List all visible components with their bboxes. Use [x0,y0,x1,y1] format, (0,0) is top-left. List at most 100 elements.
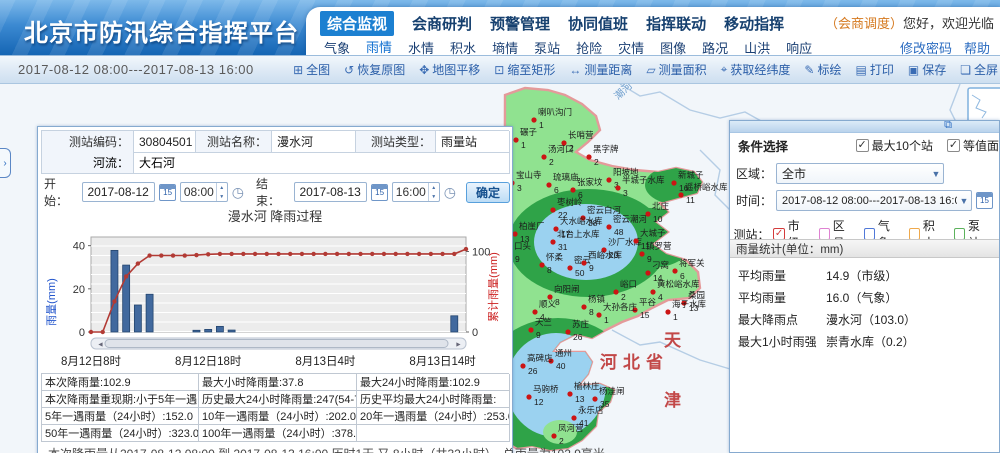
sub-nav-item[interactable]: 水情 [408,38,434,56]
checkbox-icon[interactable]: ✓ [856,139,869,152]
main-nav-item[interactable]: 移动指挥 [724,13,784,34]
sub-nav-item[interactable]: 灾情 [618,38,644,56]
checkbox-icon[interactable]: ✓ [947,139,960,152]
tool-coordinates[interactable]: ⌖获取经纬度 [721,61,791,78]
isoline-checkbox[interactable]: ✓ 等值面 [947,137,999,154]
tool-pan[interactable]: ✥地图平移 [419,61,480,78]
sub-nav-item[interactable]: 响应 [786,38,812,56]
station-dot[interactable] [551,433,556,438]
panel-collapse-tab[interactable]: › [0,148,11,178]
region-select[interactable]: 全市 ▼ [776,163,944,184]
sub-nav-item[interactable]: 山洪 [744,38,770,56]
station-dot[interactable] [615,185,620,190]
station-dot[interactable] [565,329,570,334]
main-nav-item[interactable]: 综合监视 [320,11,394,36]
station-dot[interactable] [550,239,555,244]
clock-icon[interactable]: ◷ [444,184,456,201]
tool-draw[interactable]: ✎标绘 [804,61,841,78]
station-dot[interactable] [539,262,544,267]
time-spinner[interactable]: ▲▼ [216,183,227,201]
sub-nav-item[interactable]: 图像 [660,38,686,56]
tool-print[interactable]: ▤打印 [856,61,894,78]
tool-measure-distance[interactable]: ↔测量距离 [569,61,632,78]
station-dot[interactable] [596,312,601,317]
sub-nav-item[interactable]: 泵站 [534,38,560,56]
calendar-icon[interactable]: 15 [976,192,993,209]
station-dot[interactable] [671,180,676,185]
station-dot[interactable] [581,260,586,265]
stats-cell: 5年一遇雨量（24小时）:152.0 [42,408,199,425]
station-dot[interactable] [581,304,586,309]
station-dot[interactable] [606,224,611,229]
sub-nav-item[interactable]: 墒情 [492,38,518,56]
calendar-icon[interactable]: 15 [371,184,387,201]
station-dot[interactable] [645,270,650,275]
scroll-left-arrow[interactable]: ◄ [97,342,104,349]
tool-measure-area[interactable]: ▱测量面积 [646,61,706,78]
station-dot[interactable] [513,137,518,142]
station-dot[interactable] [672,268,677,273]
tool-full-extent[interactable]: ⊞全图 [293,61,330,78]
time-select[interactable]: 2017-08-12 08:00---2017-08-13 16:00 ▼ [776,190,972,211]
window-restore-icon[interactable]: ⧉ [944,120,952,132]
station-dot[interactable] [571,415,576,420]
tool-reset-view[interactable]: ↺恢复原图 [344,61,405,78]
y-tick-left: 0 [79,327,85,339]
time-spinner[interactable]: ▲▼ [428,183,439,201]
station-dot[interactable] [546,182,551,187]
start-date-input[interactable]: 2017-08-12 [82,182,155,202]
help-link[interactable]: 帮助 [964,38,990,55]
station-dot[interactable] [606,177,611,182]
stats-cell: 本次降雨量重现期:小于5年一遇 [42,391,199,408]
station-dot[interactable] [531,117,536,122]
station-dot[interactable] [541,154,546,159]
station-dot[interactable] [528,327,533,332]
station-dot[interactable] [526,394,531,399]
station-dot[interactable] [512,231,517,236]
rain-stat-row: 最大降雨点漫水河（103.0） [730,311,999,328]
confirm-button[interactable]: 确定 [466,182,510,203]
station-dot[interactable] [520,363,525,368]
station-dot[interactable] [586,154,591,159]
end-time-stepper[interactable]: 16:00 ▲▼ [392,182,440,202]
station-dot[interactable] [532,309,537,314]
station-dot[interactable] [633,238,638,243]
sub-nav-item[interactable]: 气象 [324,38,350,56]
tool-full-screen[interactable]: ❏全屏 [960,61,998,78]
dispatch-mode-label[interactable]: （会商调度） [825,16,903,31]
tool-zoom-rectangle[interactable]: ⊡缩至矩形 [494,61,555,78]
station-name-label: 将军关 [679,258,705,268]
max-stations-checkbox[interactable]: ✓ 最大10个站 [856,137,933,154]
station-value-label: 8 [547,265,552,275]
sub-nav-item[interactable]: 路况 [702,38,728,56]
station-dot[interactable] [639,251,644,256]
station-dot[interactable] [592,396,597,401]
calendar-icon[interactable]: 15 [159,184,175,201]
main-nav-item[interactable]: 会商研判 [412,13,472,34]
main-nav-item[interactable]: 协同值班 [568,13,628,34]
station-dot[interactable] [570,187,575,192]
start-time-stepper[interactable]: 08:00 ▲▼ [180,182,228,202]
sub-nav-item[interactable]: 抢险 [576,38,602,56]
station-dot[interactable] [567,391,572,396]
clock-icon[interactable]: ◷ [232,184,244,201]
scroll-right-arrow[interactable]: ► [455,342,462,349]
change-password-link[interactable]: 修改密码 [900,38,952,55]
station-dot[interactable] [665,309,670,314]
station-dot[interactable] [645,211,650,216]
overview-minimap[interactable] [968,88,1000,122]
end-date-input[interactable]: 2017-08-13 [294,182,367,202]
station-name-label: 榆林庄 [574,381,600,391]
sub-nav-item[interactable]: 积水 [450,38,476,56]
main-nav-item[interactable]: 预警管理 [490,13,550,34]
station-dot[interactable] [550,207,555,212]
reset-view-icon: ↺ [344,63,354,77]
sub-nav-item[interactable]: 雨情 [366,37,392,56]
station-dot[interactable] [567,265,572,270]
station-dot[interactable] [613,289,618,294]
station-dot[interactable] [650,289,655,294]
station-dot[interactable] [678,192,683,197]
chart-scrollbar-thumb[interactable] [105,340,448,348]
main-nav-item[interactable]: 指挥联动 [646,13,706,34]
tool-save[interactable]: ▣保存 [908,61,946,78]
